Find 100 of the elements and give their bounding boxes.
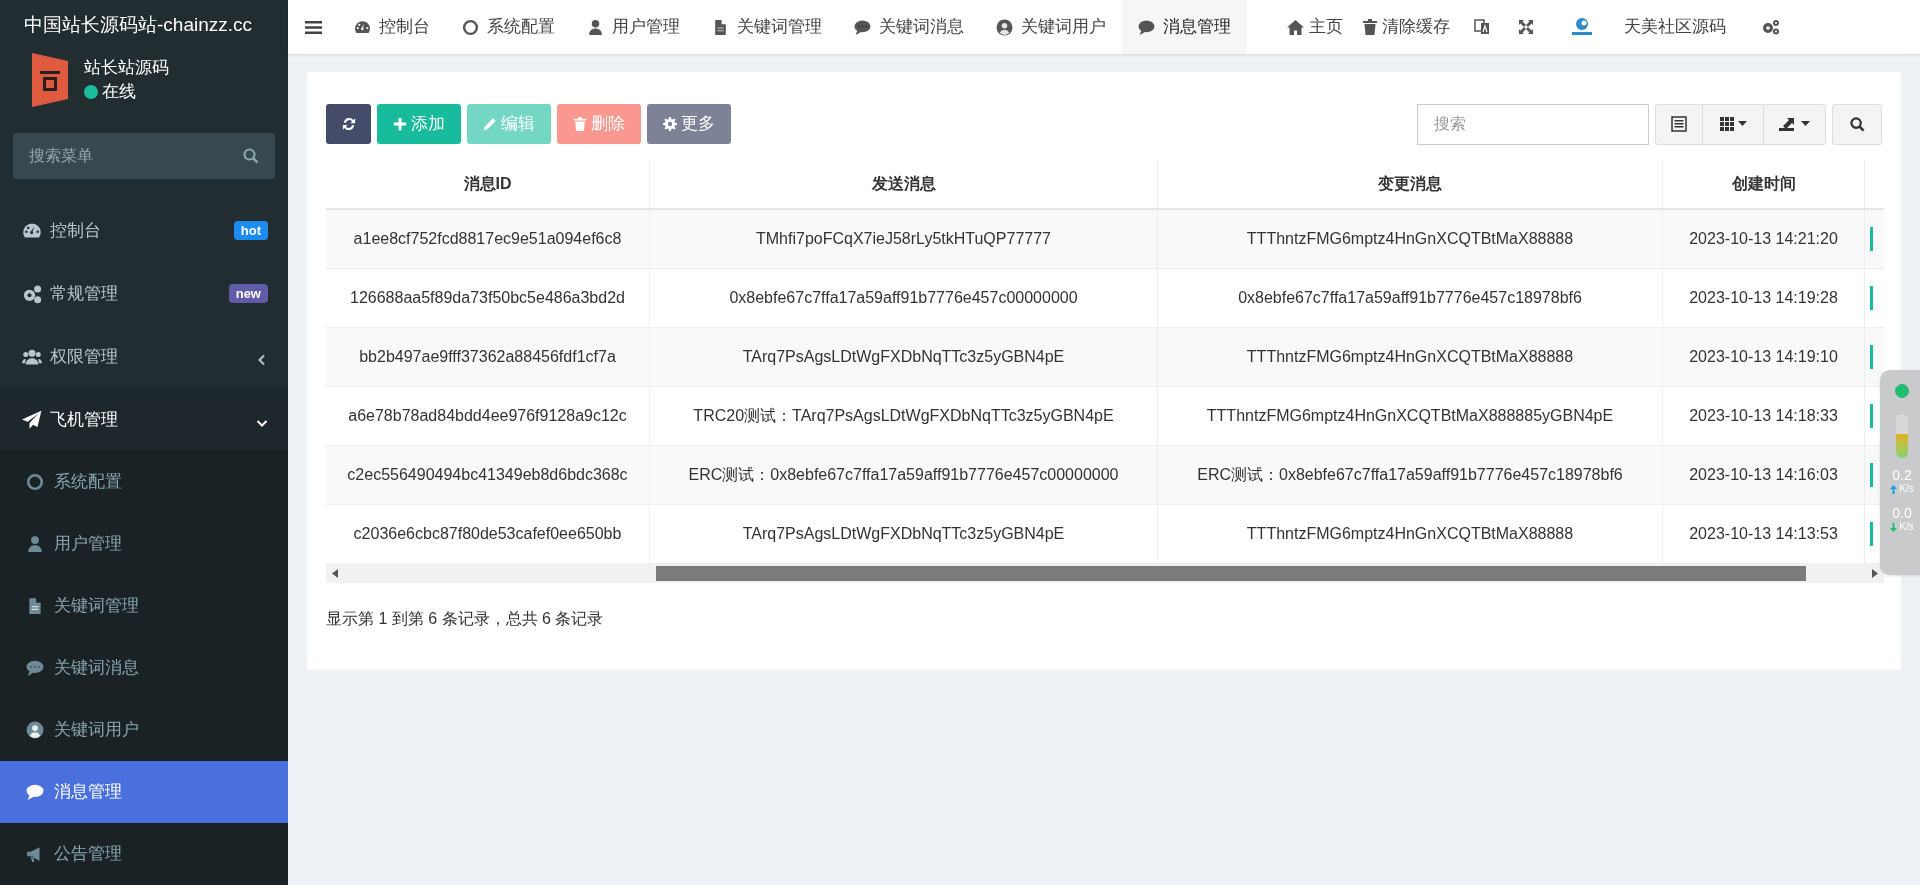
table-cell: TArq7PsAgsLDtWgFXDbNqTTc3z5yGBN4pE bbox=[650, 328, 1158, 386]
home-link[interactable]: 主页 bbox=[1277, 0, 1353, 54]
search-field[interactable]: 搜索 bbox=[1417, 103, 1649, 145]
column-header: 发送消息 bbox=[650, 160, 1158, 208]
community-logo-icon bbox=[1570, 17, 1594, 37]
column-header: 变更消息 bbox=[1158, 160, 1663, 208]
refresh-button[interactable] bbox=[326, 104, 371, 144]
table-cell: a1ee8cf752fcd8817ec9e51a094ef6c8 bbox=[326, 210, 650, 268]
circle-icon bbox=[26, 473, 44, 491]
submenu-item[interactable]: 关键词用户 bbox=[0, 699, 288, 761]
table-cell: 0x8ebfe67c7ffa17a59aff91b7776e457c00000000 bbox=[650, 269, 1158, 327]
horizontal-scrollbar[interactable] bbox=[326, 564, 1884, 583]
export-icon bbox=[1779, 116, 1797, 132]
menu-item[interactable]: 权限管理 bbox=[0, 325, 288, 388]
table-cell: c2036e6cbc87f80de53cafef0ee650bb bbox=[326, 505, 650, 563]
logo-icon bbox=[32, 53, 68, 107]
user-circle-icon bbox=[26, 721, 44, 739]
nav-tab[interactable]: 关键词消息 bbox=[838, 0, 980, 54]
table-cell: ERC测试：0x8ebfe67c7ffa17a59aff91b7776e457c00000000 bbox=[650, 446, 1158, 504]
trash-icon bbox=[1363, 19, 1377, 35]
refresh-icon bbox=[341, 117, 356, 131]
nav-tab[interactable]: 控制台 bbox=[338, 0, 446, 54]
table-cell: 2023-10-13 14:19:28 bbox=[1663, 269, 1865, 327]
speech-bubble-icon bbox=[26, 783, 44, 801]
caret-down-icon bbox=[1801, 121, 1810, 127]
expand-arrows-icon bbox=[1518, 19, 1534, 35]
view-button-group[interactable] bbox=[1655, 103, 1826, 145]
table-cell: 2023-10-13 14:16:03 bbox=[1663, 446, 1865, 504]
search-icon bbox=[243, 148, 259, 164]
menu-item[interactable]: 飞机管理 bbox=[0, 388, 288, 451]
table-cell: TTThntzFMG6mptz4HnGnXCQTBtMaX88888 bbox=[1158, 505, 1663, 563]
submenu-item[interactable]: 系统配置 bbox=[0, 451, 288, 513]
menu-badge: hot bbox=[233, 221, 268, 240]
menu-icon bbox=[304, 19, 322, 35]
submenu-item[interactable]: 公告管理 bbox=[0, 823, 288, 885]
table-cell: TArq7PsAgsLDtWgFXDbNqTTc3z5yGBN4pE bbox=[650, 505, 1158, 563]
search-icon bbox=[1849, 116, 1865, 132]
speech-bubble-icon bbox=[1138, 18, 1155, 36]
menu-item[interactable]: 常规管理 new bbox=[0, 262, 288, 325]
scroll-left-arrow-icon bbox=[332, 569, 338, 578]
nav-tab[interactable]: 系统配置 bbox=[446, 0, 571, 54]
translate-icon bbox=[1474, 19, 1490, 35]
submenu-item[interactable]: 关键词管理 bbox=[0, 575, 288, 637]
plus-icon bbox=[393, 117, 407, 131]
more-button[interactable]: 更多 bbox=[647, 104, 731, 144]
menu-badge: new bbox=[228, 284, 268, 303]
table-cell: a6e78b78ad84bdd4ee976f9128a9c12c bbox=[326, 387, 650, 445]
community-link[interactable]: 天美社区源码 bbox=[1548, 0, 1748, 54]
user-icon bbox=[587, 18, 604, 36]
search-field[interactable]: 搜索菜单 bbox=[13, 133, 275, 179]
up-arrow-icon bbox=[1890, 484, 1898, 494]
table-cell: 126688aa5f89da73f50bc5e486a3bd2d bbox=[326, 269, 650, 327]
column-header: 创建时间 bbox=[1663, 160, 1865, 208]
user-name: 站长站源码 bbox=[84, 57, 169, 79]
document-icon bbox=[712, 18, 729, 36]
nav-tab[interactable]: 关键词用户 bbox=[980, 0, 1122, 54]
paper-plane-icon bbox=[22, 409, 42, 430]
home-icon bbox=[1287, 19, 1304, 35]
speech-bubble-icon bbox=[854, 18, 871, 36]
trash-icon bbox=[573, 117, 587, 131]
gears-icon bbox=[22, 283, 42, 304]
table-cell: 2023-10-13 14:21:20 bbox=[1663, 210, 1865, 268]
list-icon bbox=[1671, 116, 1687, 132]
caret-down-icon bbox=[1737, 121, 1747, 127]
document-icon bbox=[26, 597, 44, 615]
user-circle-icon bbox=[996, 18, 1013, 36]
speech-bubble-icon bbox=[26, 659, 44, 677]
table-cell: c2ec556490494bc41349eb8d6bdc368c bbox=[326, 446, 650, 504]
circle-icon bbox=[462, 18, 479, 36]
grid-icon bbox=[1719, 117, 1734, 131]
submenu-item[interactable]: 用户管理 bbox=[0, 513, 288, 575]
table-cell: TMhfi7poFCqX7ieJ58rLy5tkHTuQP77777 bbox=[650, 210, 1158, 268]
gauge-drawing bbox=[1896, 414, 1908, 458]
table-cell: TTThntzFMG6mptz4HnGnXCQTBtMaX88888 bbox=[1158, 210, 1663, 268]
gear-icon bbox=[663, 117, 677, 131]
scroll-right-arrow-icon bbox=[1872, 569, 1878, 578]
table-cell: 2023-10-13 14:13:53 bbox=[1663, 505, 1865, 563]
table-cell: TTThntzFMG6mptz4HnGnXCQTBtMaX888885yGBN4pE bbox=[1158, 387, 1663, 445]
menu-item[interactable]: 控制台 hot bbox=[0, 199, 288, 262]
submenu-item[interactable]: 关键词消息 bbox=[0, 637, 288, 699]
table-cell: 2023-10-13 14:19:10 bbox=[1663, 328, 1865, 386]
user-status: 在线 bbox=[102, 81, 136, 103]
clear-cache-link[interactable]: 清除缓存 bbox=[1353, 0, 1460, 54]
nav-tab[interactable]: 消息管理 bbox=[1122, 0, 1247, 54]
settings-icon bbox=[1762, 19, 1780, 35]
table-cell: ERC测试：0x8ebfe67c7ffa17a59aff91b7776e457c18978bf6 bbox=[1158, 446, 1663, 504]
search-button[interactable] bbox=[1832, 103, 1882, 145]
table-cell: bb2b497ae9fff37362a88456fdf1cf7a bbox=[326, 328, 650, 386]
dashboard-icon bbox=[354, 18, 371, 36]
table-cell: 0x8ebfe67c7ffa17a59aff91b7776e457c18978bf6 bbox=[1158, 269, 1663, 327]
user-icon bbox=[26, 535, 44, 553]
down-arrow-icon bbox=[1890, 522, 1898, 532]
table-cell: 2023-10-13 14:18:33 bbox=[1663, 387, 1865, 445]
site-title: 中国站长源码站-chainzz.cc bbox=[23, 13, 254, 38]
pencil-icon bbox=[483, 117, 497, 131]
submenu-item[interactable]: 消息管理 bbox=[0, 761, 288, 823]
nav-tab[interactable]: 用户管理 bbox=[571, 0, 696, 54]
column-header: 消息ID bbox=[326, 160, 650, 208]
table-cell: TTThntzFMG6mptz4HnGnXCQTBtMaX88888 bbox=[1158, 328, 1663, 386]
nav-tab[interactable]: 关键词管理 bbox=[696, 0, 838, 54]
